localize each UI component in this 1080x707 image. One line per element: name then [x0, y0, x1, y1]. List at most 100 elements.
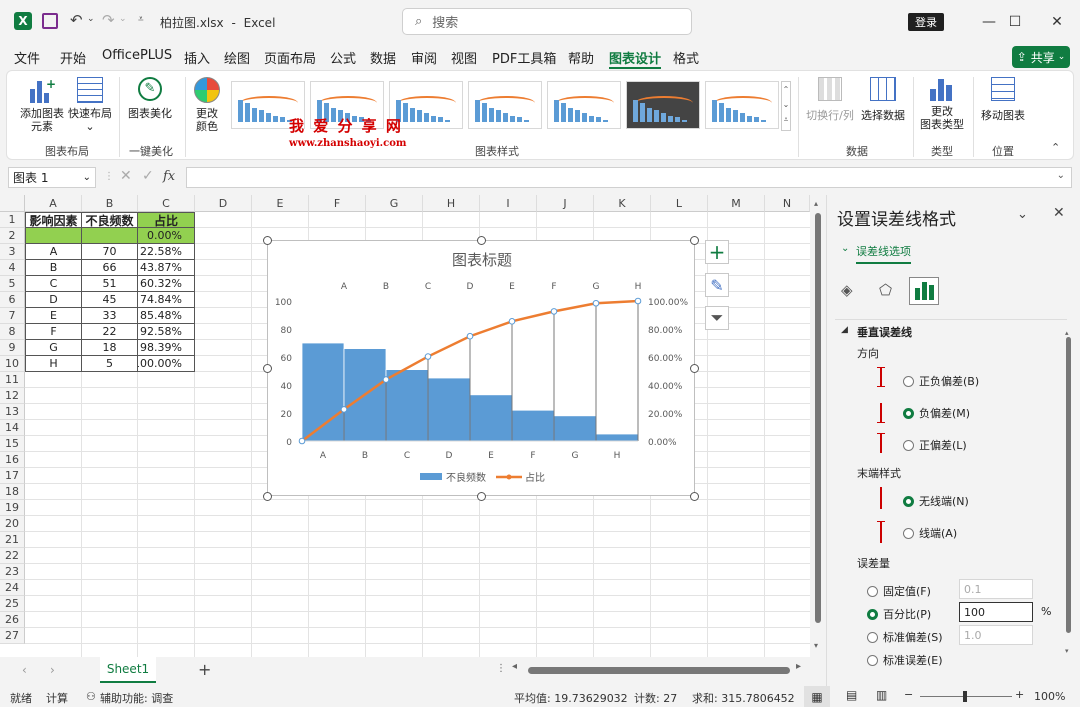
percentage-input[interactable]: 100 [959, 602, 1033, 622]
line-point[interactable] [298, 437, 306, 445]
row-header[interactable]: 4 [0, 260, 25, 276]
line-point[interactable] [592, 299, 600, 307]
line-point[interactable] [466, 332, 474, 340]
column-header[interactable]: G [366, 195, 423, 212]
row-header[interactable]: 9 [0, 340, 25, 356]
table-cell[interactable]: 98.39% [138, 340, 195, 356]
column-header[interactable]: B [82, 195, 138, 212]
pane-scroll-up-icon[interactable]: ▴ [1065, 329, 1072, 337]
table-cell[interactable]: 70 [82, 244, 138, 260]
switch-row-col-button[interactable]: 切换行/列 [805, 77, 855, 122]
zoom-level[interactable]: 100% [1034, 690, 1065, 703]
direction-option[interactable]: 正偏差(L) [903, 437, 967, 453]
name-box-dropdown-icon[interactable]: ⌄ [83, 172, 91, 183]
menu-item[interactable]: 格式 [673, 48, 699, 67]
table-cell[interactable]: 85.48% [138, 308, 195, 324]
options-chevron-icon[interactable]: ⌄ [841, 243, 849, 254]
share-button[interactable]: ⇪ 共享 ⌄ [1012, 46, 1070, 68]
chart-title[interactable]: 图表标题 [452, 251, 512, 269]
radio-button[interactable] [867, 608, 878, 620]
stddev-input[interactable]: 1.0 [959, 625, 1033, 645]
error-amount-option[interactable]: 百分比(P) [867, 606, 931, 622]
login-button[interactable]: 登录 [908, 13, 944, 31]
column-header[interactable]: F [309, 195, 366, 212]
table-cell[interactable] [82, 228, 138, 244]
row-header[interactable]: 22 [0, 548, 25, 564]
chart-styles-brush-icon[interactable]: ✎ [705, 273, 729, 297]
quick-layout-button[interactable]: 快速布局 ⌄ [67, 77, 113, 133]
vertical-scrollbar-thumb[interactable] [815, 213, 821, 623]
row-header[interactable]: 19 [0, 500, 25, 516]
resize-handle[interactable] [477, 236, 486, 245]
row-header[interactable]: 24 [0, 580, 25, 596]
resize-handle[interactable] [690, 364, 699, 373]
select-all-corner[interactable] [0, 195, 25, 212]
column-header[interactable]: A [25, 195, 82, 212]
row-header[interactable]: 17 [0, 468, 25, 484]
pane-scrollbar[interactable]: ▴ ▾ [1065, 329, 1072, 667]
bar[interactable] [553, 415, 597, 442]
row-header[interactable]: 8 [0, 324, 25, 340]
redo-dropdown-icon[interactable]: ⌄ [119, 14, 127, 24]
table-header-cell[interactable]: 影响因素 [25, 212, 82, 228]
zoom-slider-thumb[interactable] [963, 691, 967, 702]
formula-input[interactable]: ⌄ [186, 167, 1072, 188]
table-cell[interactable]: 51 [82, 276, 138, 292]
row-header[interactable]: 5 [0, 276, 25, 292]
close-icon[interactable]: ✕ [1034, 0, 1080, 44]
table-cell[interactable]: E [25, 308, 82, 324]
radio-button[interactable] [903, 495, 914, 507]
effects-pentagon-icon[interactable]: ⬠ [879, 281, 892, 299]
menu-item[interactable]: 页面布局 [264, 48, 316, 67]
chart-style-4[interactable] [468, 81, 542, 129]
error-amount-option[interactable]: 固定值(F) [867, 583, 931, 599]
menu-item[interactable]: OfficePLUS [102, 48, 172, 63]
zoom-out-icon[interactable]: − [904, 688, 913, 701]
radio-button[interactable] [867, 654, 878, 666]
column-header[interactable]: H [423, 195, 480, 212]
menu-item[interactable]: 插入 [184, 48, 210, 67]
menu-item[interactable]: 公式 [330, 48, 356, 67]
column-header[interactable]: J [537, 195, 594, 212]
table-cell[interactable]: A [25, 244, 82, 260]
page-layout-view-icon[interactable]: ▤ [846, 688, 857, 702]
table-cell[interactable]: 18 [82, 340, 138, 356]
tab-split-handle-icon[interactable]: ⋮ [496, 663, 506, 674]
styles-scroll-control[interactable]: ⌃ ⌄ ⩡ [781, 81, 791, 131]
table-header-cell[interactable]: 不良频数 [82, 212, 138, 228]
menu-item[interactable]: 帮助 [568, 48, 594, 67]
table-cell[interactable]: 74.84% [138, 292, 195, 308]
add-sheet-icon[interactable]: + [198, 660, 211, 679]
zoom-in-icon[interactable]: + [1015, 688, 1024, 701]
row-header[interactable]: 3 [0, 244, 25, 260]
table-cell[interactable]: F [25, 324, 82, 340]
move-chart-button[interactable]: 移动图表 [977, 77, 1029, 122]
line-point[interactable] [340, 406, 348, 413]
row-header[interactable]: 1 [0, 212, 25, 228]
line-point[interactable] [508, 318, 516, 325]
row-header[interactable]: 18 [0, 484, 25, 500]
resize-handle[interactable] [690, 236, 699, 245]
search-box[interactable]: ⌕ 搜索 [402, 8, 692, 35]
table-cell[interactable]: 45 [82, 292, 138, 308]
bar[interactable] [595, 433, 639, 442]
chart-style-5[interactable] [547, 81, 621, 129]
chart-style-7[interactable] [705, 81, 779, 129]
menu-item[interactable]: PDF工具箱 [492, 48, 556, 67]
redo-icon[interactable]: ↷ [102, 11, 115, 29]
chart-elements-plus-icon[interactable]: + [705, 240, 729, 264]
column-header[interactable]: D [195, 195, 252, 212]
table-cell[interactable]: 43.87% [138, 260, 195, 276]
resize-handle[interactable] [263, 492, 272, 501]
resize-handle[interactable] [263, 236, 272, 245]
row-header[interactable]: 27 [0, 628, 25, 644]
error-amount-option[interactable]: 标准误差(E) [867, 652, 943, 668]
chart-legend[interactable]: 不良频数 占比 [420, 471, 545, 484]
menu-item[interactable]: 文件 [14, 48, 40, 67]
section-vertical-error-bars[interactable]: 垂直误差线 [857, 324, 912, 340]
row-header[interactable]: 14 [0, 420, 25, 436]
hscroll-left-icon[interactable]: ◂ [512, 661, 517, 672]
menu-item[interactable]: 开始 [60, 48, 86, 67]
menu-item[interactable]: 图表设计 [609, 48, 662, 69]
row-header[interactable]: 21 [0, 532, 25, 548]
